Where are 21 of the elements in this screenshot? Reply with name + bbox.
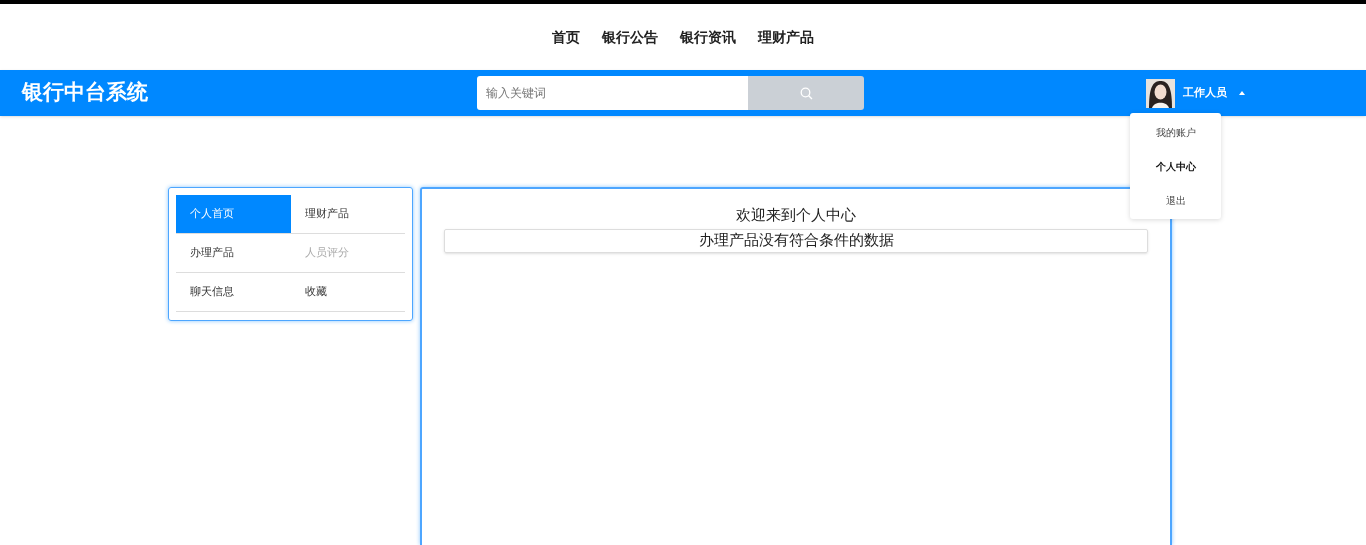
nav-link[interactable]: 首页 (552, 26, 580, 48)
dropdown-item[interactable]: 退出 (1130, 183, 1221, 217)
menu-item[interactable]: 聊天信息 (176, 273, 291, 312)
search-field[interactable]: 输入关键词 (477, 76, 748, 110)
menu-item[interactable]: 办理产品 (176, 234, 291, 273)
menu-item[interactable]: 个人首页 (176, 195, 291, 234)
content-heading: 欢迎来到个人中心 (736, 205, 856, 226)
empty-message: 办理产品没有符合条件的数据 (444, 228, 1148, 253)
menu-item[interactable]: 收藏 (290, 273, 405, 312)
menu-item[interactable]: 理财产品 (290, 195, 405, 234)
search-icon (799, 86, 813, 100)
search-button[interactable] (748, 76, 864, 110)
nav-link[interactable]: 银行资讯 (680, 26, 736, 48)
user-name: 工作人员 (1183, 84, 1227, 101)
avatar-icon (1146, 78, 1175, 108)
dropdown-item[interactable]: 个人中心 (1130, 149, 1221, 183)
nav-link[interactable]: 理财产品 (758, 26, 814, 48)
nav-link[interactable]: 银行公告 (602, 26, 658, 48)
user-menu-toggle[interactable]: 工作人员 (1146, 78, 1245, 108)
site-title: 银行中台系统 (22, 79, 149, 107)
dropdown-item[interactable]: 我的账户 (1130, 115, 1221, 149)
